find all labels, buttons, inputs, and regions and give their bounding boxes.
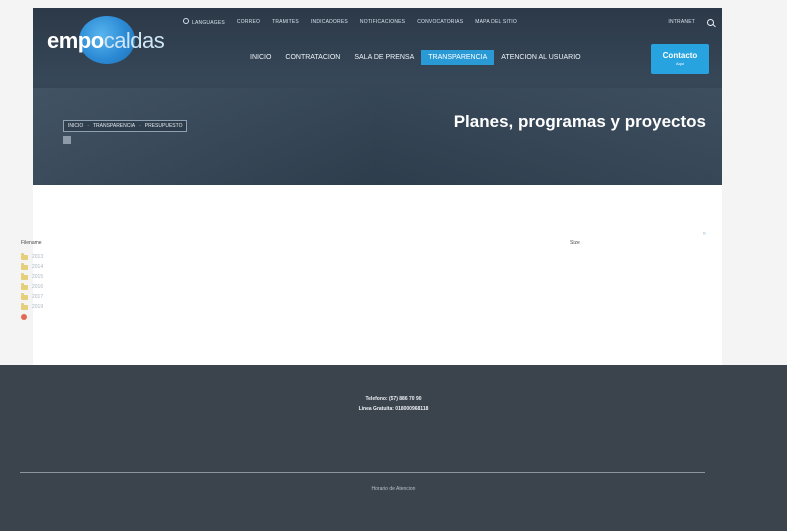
breadcrumb-separator: ·	[139, 123, 141, 129]
top-nav-mapa-sitio[interactable]: MAPA DEL SITIO	[475, 19, 517, 25]
top-nav-convocatorias[interactable]: CONVOCATORIAS	[417, 19, 463, 25]
main-nav-contratacion[interactable]: CONTRATACION	[278, 50, 347, 65]
list-item[interactable]: 2019	[21, 302, 43, 312]
footer-divider	[20, 472, 705, 473]
folder-icon	[21, 253, 28, 260]
list-item[interactable]: 2014	[21, 262, 43, 272]
footer: Telefono: (57) 886 70 90 Linea Gratuita:…	[0, 365, 787, 531]
breadcrumb-presupuesto: PRESUPUESTO	[144, 123, 183, 129]
column-header-size[interactable]: Size	[570, 240, 580, 246]
logo[interactable]: empocaldas	[47, 16, 165, 64]
main-nav-atencion-usuario[interactable]: ATENCION AL USUARIO	[494, 50, 587, 65]
top-nav-tramites[interactable]: TRAMITES	[272, 19, 299, 25]
folder-icon	[21, 293, 28, 300]
folder-name: 2016	[32, 284, 44, 290]
folder-name: 2019	[32, 304, 44, 310]
list-item[interactable]: 2017	[21, 292, 43, 302]
logo-text-part2: caldas	[103, 28, 165, 53]
main-nav-inicio[interactable]: INICIO	[243, 50, 278, 65]
contact-button-sub: Aqui	[675, 61, 684, 66]
page-title: Planes, programas y proyectos	[453, 112, 706, 131]
folder-icon	[21, 273, 28, 280]
folder-list: 2013 2014 2015 2016 2017 2019	[21, 252, 43, 322]
breadcrumb: INICIO · TRANSPARENCIA · PRESUPUESTO	[63, 120, 188, 132]
contact-button[interactable]: Contacto Aqui	[651, 44, 709, 74]
logo-text: empocaldas	[47, 28, 165, 54]
folder-name: 2014	[32, 264, 44, 270]
empty-notice	[21, 312, 43, 322]
breadcrumb-inicio[interactable]: INICIO	[68, 123, 83, 129]
main-nav: INICIO CONTRATACION SALA DE PRENSA TRANS…	[243, 48, 588, 66]
folder-icon	[21, 283, 28, 290]
list-item[interactable]: 2015	[21, 272, 43, 282]
main-nav-sala-prensa[interactable]: SALA DE PRENSA	[347, 50, 421, 65]
top-nav-languages[interactable]: LANGUAGES	[183, 18, 225, 26]
footer-hours-title: Horario de Atencion	[371, 486, 416, 492]
main-nav-transparencia[interactable]: TRANSPARENCIA	[421, 49, 495, 65]
column-header-filename[interactable]: Filename	[21, 240, 42, 246]
footer-toll-free: Linea Gratuita: 018000968118	[358, 406, 429, 412]
corner-mark-icon: »	[702, 231, 706, 237]
top-nav-intranet[interactable]: INTRANET	[668, 19, 695, 25]
breadcrumb-separator: ·	[87, 123, 89, 129]
search-icon[interactable]	[707, 18, 714, 26]
contact-button-label: Contacto	[662, 51, 698, 60]
list-item[interactable]: 2013	[21, 252, 43, 262]
header-hero: empocaldas LANGUAGES CORREO TRAMITES IND…	[33, 8, 722, 185]
folder-name: 2015	[32, 274, 44, 280]
footer-phone: Telefono: (57) 886 70 90	[365, 396, 422, 402]
file-browser: » Filename Size 2013 2014 2015 2016 2017…	[21, 185, 722, 365]
globe-icon	[183, 18, 189, 24]
top-nav: LANGUAGES CORREO TRAMITES INDICADORES NO…	[183, 14, 714, 30]
folder-icon	[21, 263, 28, 270]
error-icon	[21, 314, 27, 320]
breadcrumb-transparencia[interactable]: TRANSPARENCIA	[93, 123, 135, 129]
sub-tag	[63, 136, 71, 144]
top-nav-indicadores[interactable]: INDICADORES	[311, 19, 348, 25]
logo-text-part1: empo	[47, 28, 104, 53]
folder-name: 2013	[32, 254, 44, 260]
folder-name: 2017	[32, 294, 44, 300]
top-nav-notificaciones[interactable]: NOTIFICACIONES	[360, 19, 405, 25]
top-nav-correo[interactable]: CORREO	[237, 19, 260, 25]
list-item[interactable]: 2016	[21, 282, 43, 292]
folder-icon	[21, 303, 28, 310]
